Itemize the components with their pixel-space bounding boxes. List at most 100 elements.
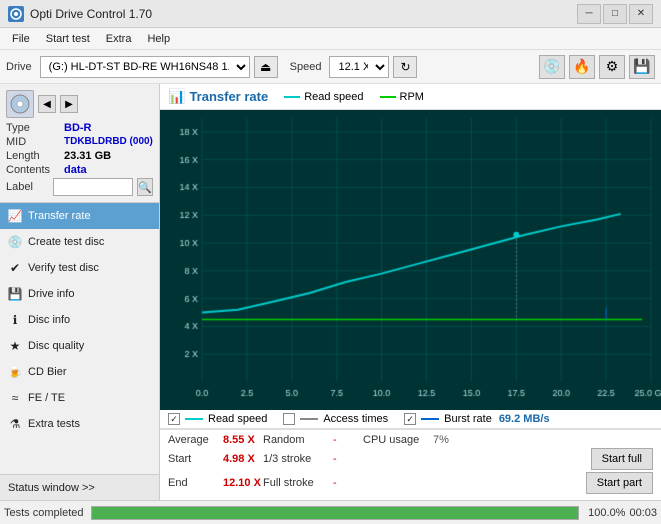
progress-bar-fill xyxy=(92,507,578,519)
maximize-button[interactable]: □ xyxy=(603,4,627,24)
rpm-legend-color xyxy=(380,96,396,98)
disc-mid-row: MID TDKBLDRBD (000) xyxy=(6,136,153,148)
start-full-button[interactable]: Start full xyxy=(591,448,653,470)
verify-test-disc-icon: ✔ xyxy=(8,261,22,275)
speed-select[interactable]: 12.1 X xyxy=(329,56,389,78)
burst-rate-value: 69.2 MB/s xyxy=(499,413,550,425)
nav-extra-tests[interactable]: ⚗ Extra tests xyxy=(0,411,159,437)
label-label: Label xyxy=(6,181,49,193)
disc-quality-icon: ★ xyxy=(8,339,22,353)
nav-verify-test-disc[interactable]: ✔ Verify test disc xyxy=(0,255,159,281)
disc-type-row: Type BD-R xyxy=(6,122,153,134)
nav-fe-te[interactable]: ≈ FE / TE xyxy=(0,385,159,411)
length-label: Length xyxy=(6,150,64,162)
checkboxes-row: ✓ Read speed Access times ✓ Burst rate 6… xyxy=(160,410,661,429)
cb-read-speed-box[interactable]: ✓ xyxy=(168,413,180,425)
save-icon-button[interactable]: 💾 xyxy=(629,55,655,79)
content-area: 📊 Transfer rate Read speed RPM ✓ Read sp… xyxy=(160,84,661,500)
contents-label: Contents xyxy=(6,164,64,176)
cb-read-speed[interactable]: ✓ Read speed xyxy=(168,413,267,425)
cb-access-times[interactable]: Access times xyxy=(283,413,388,425)
status-text: Tests completed xyxy=(4,507,83,519)
transfer-rate-icon: 📈 xyxy=(8,209,22,223)
statusbar: Tests completed 100.0% 00:03 xyxy=(0,500,661,524)
window-controls: ─ □ ✕ xyxy=(577,4,653,24)
menu-extra[interactable]: Extra xyxy=(98,31,140,47)
contents-value: data xyxy=(64,164,87,176)
nav-drive-info[interactable]: 💾 Drive info xyxy=(0,281,159,307)
burn-icon-button[interactable]: 🔥 xyxy=(569,55,595,79)
stats-row-1: Average 8.55 X Random - CPU usage 7% xyxy=(168,434,653,446)
cb-burst-rate-box[interactable]: ✓ xyxy=(404,413,416,425)
status-window-button[interactable]: Status window >> xyxy=(0,474,159,500)
nav-create-test-disc-label: Create test disc xyxy=(28,236,104,248)
cb-access-times-color xyxy=(300,418,318,420)
create-test-disc-icon: 💿 xyxy=(8,235,22,249)
menu-help[interactable]: Help xyxy=(139,31,178,47)
disc-icon-button[interactable]: 💿 xyxy=(539,55,565,79)
disc-label-row: Label 🔍 xyxy=(6,178,153,196)
end-value: 12.10 X xyxy=(223,477,263,489)
nav-disc-info[interactable]: ℹ Disc info xyxy=(0,307,159,333)
full-stroke-label: Full stroke xyxy=(263,477,333,489)
nav-cd-bier-label: CD Bier xyxy=(28,366,67,378)
eject-button[interactable]: ⏏ xyxy=(254,56,278,78)
label-search-button[interactable]: 🔍 xyxy=(137,178,153,196)
nav-disc-quality-label: Disc quality xyxy=(28,340,84,352)
length-value: 23.31 GB xyxy=(64,150,111,162)
nav-extra-tests-label: Extra tests xyxy=(28,418,80,430)
cb-burst-rate[interactable]: ✓ Burst rate 69.2 MB/s xyxy=(404,413,549,425)
cb-read-speed-color xyxy=(185,418,203,420)
refresh-button[interactable]: ↻ xyxy=(393,56,417,78)
nav-create-test-disc[interactable]: 💿 Create test disc xyxy=(0,229,159,255)
menu-file[interactable]: File xyxy=(4,31,38,47)
disc-info-icon: ℹ xyxy=(8,313,22,327)
stroke-1-3-value: - xyxy=(333,453,363,465)
minimize-button[interactable]: ─ xyxy=(577,4,601,24)
chart-canvas xyxy=(160,110,661,410)
progress-bar-bg xyxy=(91,506,579,520)
menu-start-test[interactable]: Start test xyxy=(38,31,98,47)
cb-read-speed-label: Read speed xyxy=(208,413,267,425)
rpm-legend-label: RPM xyxy=(400,91,424,103)
nav-transfer-rate[interactable]: 📈 Transfer rate xyxy=(0,203,159,229)
drive-label: Drive xyxy=(6,61,32,73)
legend-rpm: RPM xyxy=(380,91,424,103)
label-input[interactable] xyxy=(53,178,133,196)
stats-row-3: End 12.10 X Full stroke - Start part xyxy=(168,472,653,494)
nav-drive-info-label: Drive info xyxy=(28,288,74,300)
start-part-button[interactable]: Start part xyxy=(586,472,653,494)
titlebar: Opti Drive Control 1.70 ─ □ ✕ xyxy=(0,0,661,28)
drive-select[interactable]: (G:) HL-DT-ST BD-RE WH16NS48 1.D3 xyxy=(40,56,250,78)
type-label: Type xyxy=(6,122,64,134)
cb-burst-rate-label: Burst rate xyxy=(444,413,492,425)
chart-title-text: Transfer rate xyxy=(189,89,268,104)
close-button[interactable]: ✕ xyxy=(629,4,653,24)
nav-disc-quality[interactable]: ★ Disc quality xyxy=(0,333,159,359)
nav-verify-test-disc-label: Verify test disc xyxy=(28,262,99,274)
end-label: End xyxy=(168,477,223,489)
legend-read-speed: Read speed xyxy=(284,91,363,103)
chart-header: 📊 Transfer rate Read speed RPM xyxy=(160,84,661,110)
settings-icon-button[interactable]: ⚙ xyxy=(599,55,625,79)
cpu-usage-value: 7% xyxy=(433,434,463,446)
disc-icon xyxy=(6,90,34,118)
disc-next-button[interactable]: ▶ xyxy=(60,95,78,113)
disc-prev-button[interactable]: ◀ xyxy=(38,95,56,113)
toolbar: Drive (G:) HL-DT-ST BD-RE WH16NS48 1.D3 … xyxy=(0,50,661,84)
nav-cd-bier[interactable]: 🍺 CD Bier xyxy=(0,359,159,385)
status-time: 00:03 xyxy=(629,507,657,519)
status-percent: 100.0% xyxy=(587,507,625,519)
chart-stats: Average 8.55 X Random - CPU usage 7% Sta… xyxy=(160,429,661,500)
random-value: - xyxy=(333,434,363,446)
full-stroke-value: - xyxy=(333,477,363,489)
status-window-label: Status window >> xyxy=(8,482,95,494)
cb-access-times-box[interactable] xyxy=(283,413,295,425)
sidebar-nav: 📈 Transfer rate 💿 Create test disc ✔ Ver… xyxy=(0,203,159,474)
chart-area xyxy=(160,110,661,410)
random-label: Random xyxy=(263,434,333,446)
average-value: 8.55 X xyxy=(223,434,263,446)
read-speed-legend-label: Read speed xyxy=(304,91,363,103)
disc-header: ◀ ▶ xyxy=(6,90,153,118)
stroke-1-3-label: 1/3 stroke xyxy=(263,453,333,465)
